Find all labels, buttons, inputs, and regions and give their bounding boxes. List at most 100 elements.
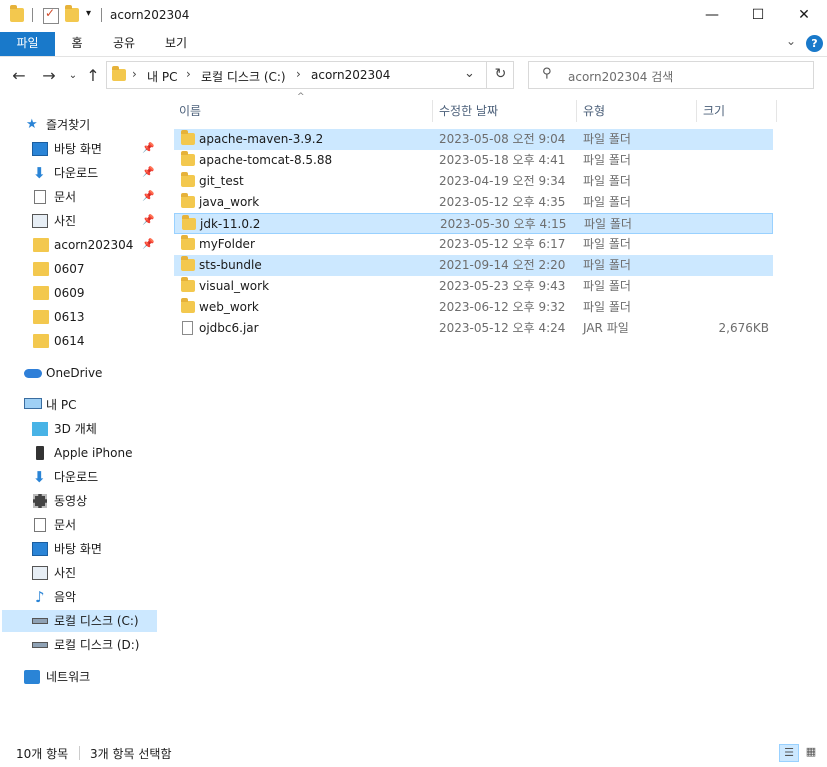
breadcrumb-separator[interactable]: › xyxy=(132,67,137,81)
nav-item-local-disk-c[interactable]: 로컬 디스크 (C:) xyxy=(2,610,157,632)
details-view-button[interactable]: ☰ xyxy=(779,744,799,762)
breadcrumb-this-pc[interactable]: 내 PC xyxy=(147,68,177,85)
back-button[interactable]: ← xyxy=(8,64,30,88)
column-header-type[interactable]: 유형 xyxy=(583,100,605,122)
nav-item-videos[interactable]: 동영상 xyxy=(30,490,164,512)
file-date: 2023-06-12 오후 9:32 xyxy=(439,300,566,314)
nav-item-local-disk-d[interactable]: 로컬 디스크 (D:) xyxy=(30,634,164,656)
file-row[interactable]: sts-bundle 2021-09-14 오전 2:20 파일 폴더 xyxy=(174,255,773,276)
file-row[interactable]: jdk-11.0.2 2023-05-30 오후 4:15 파일 폴더 xyxy=(174,213,773,234)
nav-item-pc-downloads[interactable]: ⬇ 다운로드 xyxy=(30,466,164,488)
forward-button[interactable]: → xyxy=(38,64,60,88)
tab-view[interactable]: 보기 xyxy=(158,32,194,56)
nav-item-3d-objects[interactable]: 3D 개체 xyxy=(30,418,164,440)
file-row[interactable]: apache-maven-3.9.2 2023-05-08 오전 9:04 파일… xyxy=(174,129,773,150)
file-type: 파일 폴더 xyxy=(583,174,631,188)
file-name: sts-bundle xyxy=(199,258,262,272)
column-header-size[interactable]: 크기 xyxy=(703,100,725,122)
file-date: 2023-05-18 오후 4:41 xyxy=(439,153,566,167)
nav-item-pictures[interactable]: 사진 📌 xyxy=(30,210,164,232)
file-row[interactable]: myFolder 2023-05-12 오후 6:17 파일 폴더 xyxy=(174,234,773,255)
file-date: 2021-09-14 오전 2:20 xyxy=(439,258,566,272)
minimize-button[interactable]: — xyxy=(689,0,735,32)
nav-item-0614[interactable]: 0614 xyxy=(30,330,164,352)
nav-item-0613[interactable]: 0613 xyxy=(30,306,164,328)
nav-item-iphone[interactable]: Apple iPhone xyxy=(30,442,164,464)
pin-icon[interactable]: 📌 xyxy=(142,210,154,232)
search-placeholder[interactable]: acorn202304 검색 xyxy=(568,68,673,85)
nav-item-documents[interactable]: 문서 📌 xyxy=(30,186,164,208)
folder-icon xyxy=(181,277,195,292)
maximize-button[interactable]: ☐ xyxy=(735,0,781,32)
nav-item-desktop[interactable]: 바탕 화면 📌 xyxy=(30,138,164,160)
file-name: ojdbc6.jar xyxy=(199,321,259,335)
column-divider[interactable] xyxy=(432,100,433,122)
nav-label: 문서 xyxy=(54,190,77,204)
pictures-icon xyxy=(32,214,48,228)
nav-item-pc-pictures[interactable]: 사진 xyxy=(30,562,164,584)
file-type: 파일 폴더 xyxy=(583,153,631,167)
column-divider[interactable] xyxy=(576,100,577,122)
nav-item-acorn202304[interactable]: acorn202304 📌 xyxy=(30,234,164,256)
customize-toolbar-icon[interactable]: ▾ xyxy=(86,8,91,19)
file-date: 2023-04-19 오전 9:34 xyxy=(439,174,566,188)
chevron-down-icon[interactable]: ⌄ xyxy=(464,66,475,81)
breadcrumb-acorn202304[interactable]: acorn202304 xyxy=(311,68,390,82)
nav-label: OneDrive xyxy=(46,366,103,380)
file-name: web_work xyxy=(199,300,259,314)
nav-onedrive[interactable]: OneDrive xyxy=(22,362,156,384)
properties-icon[interactable] xyxy=(43,6,59,24)
nav-item-pc-documents[interactable]: 문서 xyxy=(30,514,164,536)
nav-item-pc-desktop[interactable]: 바탕 화면 xyxy=(30,538,164,560)
column-header-name[interactable]: 이름 xyxy=(179,100,201,122)
file-date: 2023-05-30 오후 4:15 xyxy=(440,217,567,231)
nav-quick-access[interactable]: ★ 즐겨찾기 xyxy=(24,114,158,136)
file-size: 2,676KB xyxy=(718,321,769,335)
nav-this-pc[interactable]: 내 PC xyxy=(22,394,156,416)
breadcrumb-local-disk-c[interactable]: 로컬 디스크 (C:) xyxy=(201,68,286,85)
column-divider[interactable] xyxy=(776,100,777,122)
pin-icon[interactable]: 📌 xyxy=(142,234,154,256)
help-button[interactable]: ? xyxy=(806,35,823,52)
file-row[interactable]: git_test 2023-04-19 오전 9:34 파일 폴더 xyxy=(174,171,773,192)
folder-icon xyxy=(181,235,195,250)
close-button[interactable]: ✕ xyxy=(781,0,827,32)
drive-icon xyxy=(32,642,48,648)
desktop-icon xyxy=(32,142,48,156)
sort-ascending-icon: ^ xyxy=(297,92,305,102)
file-row[interactable]: web_work 2023-06-12 오후 9:32 파일 폴더 xyxy=(174,297,773,318)
pin-icon[interactable]: 📌 xyxy=(142,162,154,184)
folder-icon xyxy=(33,286,49,300)
expand-ribbon-icon[interactable]: ⌄ xyxy=(786,34,796,48)
file-row[interactable]: ojdbc6.jar 2023-05-12 오후 4:24 JAR 파일 2,6… xyxy=(174,318,773,339)
nav-network[interactable]: 네트워크 xyxy=(22,666,156,688)
3d-objects-icon xyxy=(32,422,48,436)
column-header-date[interactable]: 수정한 날짜 xyxy=(439,100,498,122)
breadcrumb-separator[interactable]: › xyxy=(186,67,191,81)
nav-item-music[interactable]: ♪ 음악 xyxy=(30,586,164,608)
star-icon: ★ xyxy=(26,117,38,132)
music-icon: ♪ xyxy=(35,588,45,606)
file-row[interactable]: apache-tomcat-8.5.88 2023-05-18 오후 4:41 … xyxy=(174,150,773,171)
nav-label: 로컬 디스크 (D:) xyxy=(54,638,140,652)
file-date: 2023-05-23 오후 9:43 xyxy=(439,279,566,293)
nav-item-downloads[interactable]: ⬇ 다운로드 📌 xyxy=(30,162,164,184)
folder-icon xyxy=(181,193,195,208)
file-row[interactable]: java_work 2023-05-12 오후 4:35 파일 폴더 xyxy=(174,192,773,213)
pin-icon[interactable]: 📌 xyxy=(142,186,154,208)
breadcrumb-separator[interactable]: › xyxy=(296,67,301,81)
file-row[interactable]: visual_work 2023-05-23 오후 9:43 파일 폴더 xyxy=(174,276,773,297)
tab-file[interactable]: 파일 xyxy=(0,32,55,56)
pin-icon[interactable]: 📌 xyxy=(142,138,154,160)
refresh-button[interactable]: ↻ xyxy=(486,61,514,89)
tab-share[interactable]: 공유 xyxy=(106,32,142,56)
new-folder-icon[interactable] xyxy=(65,5,79,22)
recent-locations-icon[interactable]: ⌄ xyxy=(62,64,84,88)
column-divider[interactable] xyxy=(696,100,697,122)
nav-item-0607[interactable]: 0607 xyxy=(30,258,164,280)
desktop-icon xyxy=(32,542,48,556)
large-icons-view-button[interactable]: ▦ xyxy=(801,744,821,762)
up-button[interactable]: ↑ xyxy=(82,64,104,88)
tab-home[interactable]: 홈 xyxy=(62,32,92,56)
nav-item-0609[interactable]: 0609 xyxy=(30,282,164,304)
